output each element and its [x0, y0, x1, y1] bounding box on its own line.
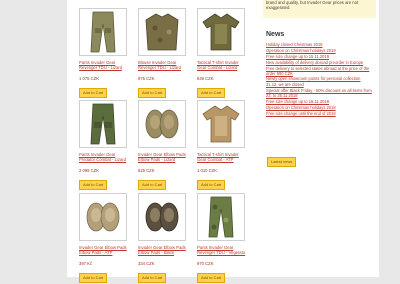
product-image[interactable] — [197, 193, 245, 241]
elbow-pads-icon — [145, 109, 179, 139]
product-price: 849 CZK — [197, 76, 214, 81]
product-image[interactable] — [197, 8, 245, 56]
add-to-cart-button[interactable]: Add to Cart — [197, 180, 226, 190]
product-card: Pants Invader Gear Revenger TDU - Lizard… — [79, 8, 129, 99]
product-price: 529 CZK — [138, 168, 155, 173]
latest-news-button[interactable]: Latest news — [267, 157, 297, 167]
product-name-link[interactable]: Tactical T-shirt Invader Gear Combat - A… — [197, 152, 247, 167]
news-item[interactable]: Special offer Black Friday - 50% discoun… — [266, 88, 374, 99]
product-image[interactable] — [138, 100, 186, 148]
product-name-link[interactable]: Invader Gear Elbow Pads Elbow Pads - ATP — [79, 245, 129, 260]
pants-icon — [90, 11, 116, 53]
product-price: 1 075 CZK — [79, 76, 100, 81]
product-price: 970 CZK — [197, 261, 214, 266]
add-to-cart-button[interactable]: Add to Cart — [197, 88, 226, 98]
news-heading: News — [266, 31, 285, 38]
product-card: Invader Gear Elbow Pads Elbow Pads - Bla… — [138, 193, 188, 284]
add-to-cart-button[interactable]: Add to Cart — [79, 180, 108, 190]
product-image[interactable] — [79, 193, 127, 241]
news-item[interactable]: Free size change until the end of 2018 — [266, 111, 374, 117]
product-grid: Pants Invader Gear Revenger TDU - Lizard… — [67, 0, 257, 283]
product-card: Pants Invader Gear Predator Combat - Liz… — [79, 100, 129, 191]
product-card: Invader Gear Elbow Pads Elbow Pads - Liz… — [138, 100, 188, 191]
product-name-link[interactable]: Invader Gear Elbow Pads Elbow Pads - Liz… — [138, 152, 188, 167]
product-price: 2 099 CZK — [79, 168, 100, 173]
product-image[interactable] — [79, 100, 127, 148]
product-name-link[interactable]: Pants Invader Gear Predator Combat - Liz… — [79, 152, 129, 167]
info-notice: brand and quality, but Invader Gear pric… — [263, 0, 376, 18]
product-card: Tactical T-shirt Invader Gear Combat - L… — [197, 8, 247, 99]
product-image[interactable] — [79, 8, 127, 56]
product-image[interactable] — [138, 193, 186, 241]
add-to-cart-button[interactable]: Add to Cart — [79, 88, 108, 98]
product-name-link[interactable]: Tactical T-shirt Invader Gear Combat - L… — [197, 60, 247, 75]
product-name-link[interactable]: Blouse Invader Gear Revenger TDU - Lizar… — [138, 60, 188, 75]
news-item[interactable]: Free size change up to 15.11.2019 — [266, 54, 374, 60]
product-price: 975 CZK — [138, 76, 155, 81]
elbow-pads-icon — [86, 202, 120, 232]
add-to-cart-button[interactable]: Add to Cart — [138, 273, 167, 283]
add-to-cart-button[interactable]: Add to Cart — [138, 88, 167, 98]
product-card: Pants Invader Gear Revenger TDU - Vegeta… — [197, 193, 247, 284]
page-content: Pants Invader Gear Revenger TDU - Lizard… — [67, 0, 379, 283]
news-list: Holiday closed Christmas 2019 Operation … — [266, 42, 374, 118]
pants-icon — [90, 103, 116, 145]
product-name-link[interactable]: Invader Gear Elbow Pads Elbow Pads - Bla… — [138, 245, 188, 260]
product-image[interactable] — [197, 100, 245, 148]
product-image[interactable] — [138, 8, 186, 56]
shirt-icon — [202, 105, 240, 143]
product-price: 397 Kč — [79, 261, 93, 266]
product-name-link[interactable]: Pants Invader Gear Revenger TDU - Lizard — [79, 60, 129, 75]
product-price: 1 010 CZK — [197, 168, 218, 173]
add-to-cart-button[interactable]: Add to Cart — [197, 273, 226, 283]
add-to-cart-button[interactable]: Add to Cart — [138, 180, 167, 190]
sidebar: brand and quality, but Invader Gear pric… — [263, 0, 376, 277]
news-item[interactable]: New availability of delivery abroad preo… — [266, 60, 374, 66]
add-to-cart-button[interactable]: Add to Cart — [79, 273, 108, 283]
pants-icon — [208, 196, 234, 238]
product-card: Invader Gear Elbow Pads Elbow Pads - ATP… — [79, 193, 129, 284]
elbow-pads-icon — [145, 202, 179, 232]
news-item[interactable]: Free delivery to selected states abroad … — [266, 66, 374, 77]
jacket-icon — [145, 13, 179, 51]
shirt-icon — [202, 13, 240, 51]
product-card: Blouse Invader Gear Revenger TDU - Lizar… — [138, 8, 188, 99]
product-price: 334 CZK — [138, 261, 155, 266]
product-card: Tactical T-shirt Invader Gear Combat - A… — [197, 100, 247, 191]
product-name-link[interactable]: Pants Invader Gear Revenger TDU - Vegeta… — [197, 245, 247, 260]
